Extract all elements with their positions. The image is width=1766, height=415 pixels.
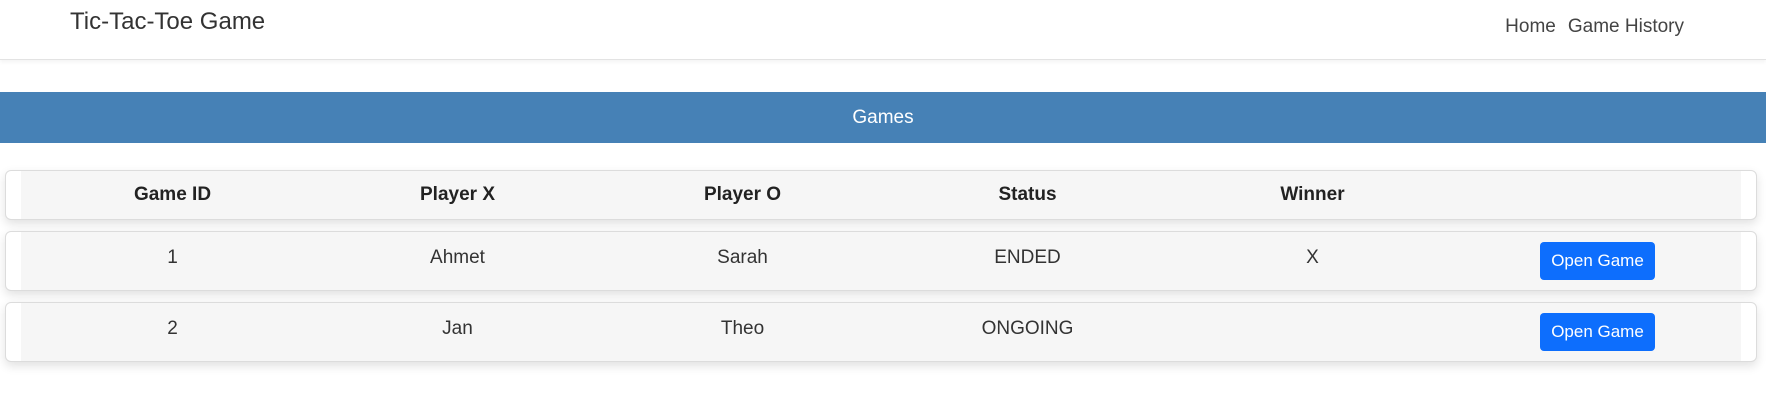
status-cell: ONGOING <box>981 318 1074 339</box>
open-game-button[interactable]: Open Game <box>1540 242 1655 280</box>
player-o-cell: Theo <box>720 318 765 339</box>
game-id-cell: 1 <box>167 247 178 268</box>
games-table: Game ID Player X Player O Status Winner … <box>5 170 1757 373</box>
table-header-row: Game ID Player X Player O Status Winner <box>5 170 1757 220</box>
open-game-button[interactable]: Open Game <box>1540 313 1655 351</box>
nav-links: Home Game History <box>1505 16 1684 38</box>
banner-title: Games <box>852 106 914 128</box>
winner-cell <box>1170 303 1455 361</box>
table-row: 1 Ahmet Sarah ENDED X Open Game <box>5 231 1757 291</box>
brand-link[interactable]: Tic-Tac-Toe Game <box>70 8 265 36</box>
winner-cell: X <box>1306 247 1319 268</box>
player-o-cell: Sarah <box>717 247 768 268</box>
games-banner: Games <box>0 92 1766 143</box>
player-x-cell: Jan <box>442 318 473 339</box>
player-x-cell: Ahmet <box>430 247 485 268</box>
header-actions <box>1455 171 1740 219</box>
game-id-cell: 2 <box>167 318 178 339</box>
table-row: 2 Jan Theo ONGOING Open Game <box>5 302 1757 362</box>
header-player-o: Player O <box>703 184 782 205</box>
header-status: Status <box>998 184 1057 205</box>
nav-home-link[interactable]: Home <box>1505 16 1556 38</box>
status-cell: ENDED <box>994 247 1061 268</box>
header-winner: Winner <box>1280 184 1345 205</box>
header-player-x: Player X <box>420 184 495 205</box>
top-navbar: Tic-Tac-Toe Game Home Game History <box>0 0 1766 60</box>
nav-game-history-link[interactable]: Game History <box>1568 16 1684 38</box>
header-game-id: Game ID <box>133 184 212 205</box>
